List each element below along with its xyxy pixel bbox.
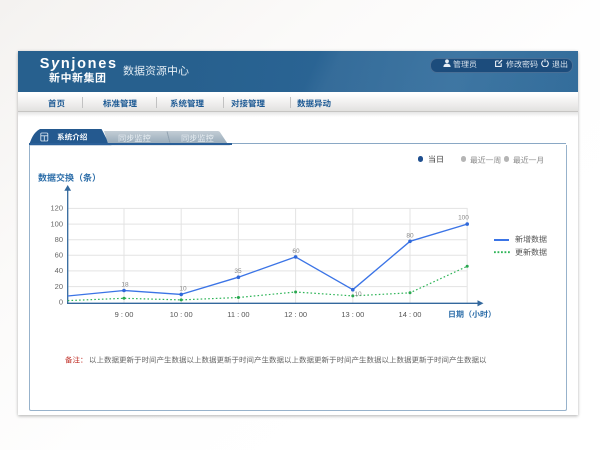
svg-text:80: 80 bbox=[55, 235, 63, 244]
svg-text:18: 18 bbox=[121, 282, 129, 289]
svg-text:80: 80 bbox=[406, 232, 414, 239]
svg-text:13 : 00: 13 : 00 bbox=[341, 310, 364, 319]
svg-text:20: 20 bbox=[55, 282, 63, 291]
svg-text:40: 40 bbox=[55, 266, 63, 275]
svg-text:12 : 00: 12 : 00 bbox=[284, 310, 307, 319]
svg-text:14 : 00: 14 : 00 bbox=[399, 310, 422, 319]
svg-text:10 : 00: 10 : 00 bbox=[170, 310, 193, 319]
svg-text:0: 0 bbox=[59, 298, 63, 307]
svg-text:9 : 00: 9 : 00 bbox=[115, 310, 134, 319]
svg-text:60: 60 bbox=[55, 251, 63, 260]
svg-text:10: 10 bbox=[179, 286, 187, 293]
svg-text:100: 100 bbox=[50, 219, 63, 228]
svg-text:10: 10 bbox=[354, 291, 362, 298]
svg-text:120: 120 bbox=[50, 204, 63, 213]
svg-text:100: 100 bbox=[458, 214, 469, 221]
svg-text:60: 60 bbox=[292, 248, 300, 255]
svg-text:11 : 00: 11 : 00 bbox=[227, 310, 249, 319]
svg-text:35: 35 bbox=[234, 268, 242, 275]
